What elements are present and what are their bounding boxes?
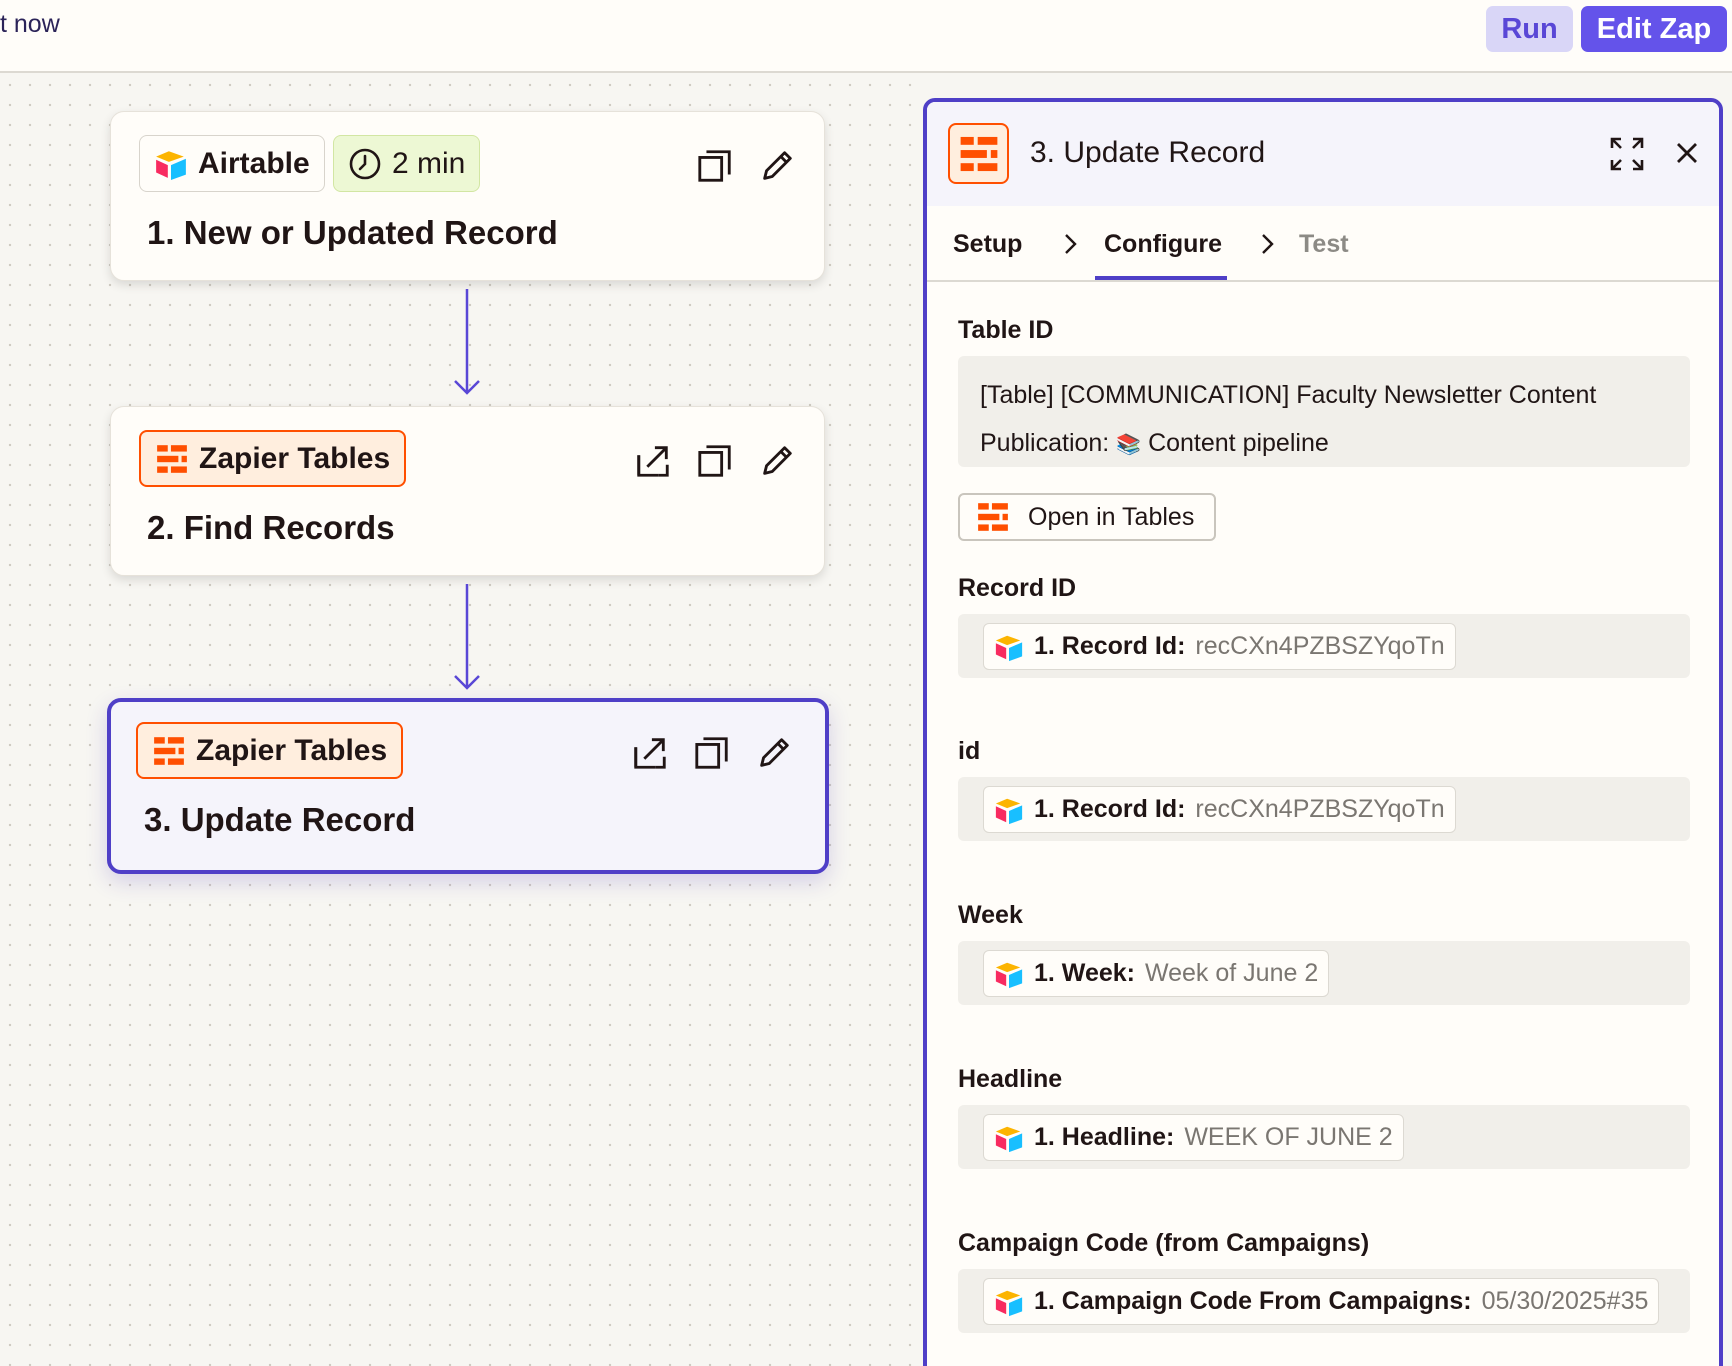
close-icon[interactable] (1672, 138, 1702, 168)
step-card-3[interactable]: Zapier Tables 3. Update Record (107, 698, 829, 874)
tab-setup[interactable]: Setup (953, 230, 1022, 259)
arrow-down-icon (454, 289, 480, 395)
airtable-icon (154, 147, 188, 181)
field-label-id: id (958, 737, 981, 765)
open-external-icon[interactable] (633, 441, 673, 481)
pencil-icon[interactable] (754, 733, 794, 773)
timer-label: 2 min (392, 146, 466, 180)
zapier-tables-icon (976, 500, 1010, 534)
airtable-icon (994, 1287, 1024, 1317)
chevron-right-icon (1065, 234, 1077, 254)
duplicate-icon[interactable] (695, 146, 735, 186)
panel-header: 3. Update Record (927, 102, 1719, 206)
panel-title: 3. Update Record (1030, 136, 1266, 169)
field-input-week[interactable]: 1. Week: Week of June 2 (958, 941, 1690, 1005)
pill-key: 1. Record Id: (1034, 632, 1186, 660)
edit-zap-button[interactable]: Edit Zap (1581, 6, 1727, 52)
pill-value: WEEK OF JUNE 2 (1184, 1123, 1393, 1151)
mapped-value-pill[interactable]: 1. Record Id: recCXn4PZBSZYqoTn (983, 786, 1456, 833)
step-title: 2. Find Records (147, 509, 395, 546)
pill-key: 1. Week: (1034, 959, 1135, 987)
publication-value: Content pipeline (1148, 429, 1329, 457)
polling-interval-badge: 2 min (333, 135, 481, 192)
mapped-value-pill[interactable]: 1. Headline: WEEK OF JUNE 2 (983, 1114, 1404, 1161)
table-id-value: [Table] [COMMUNICATION] Faculty Newslett… (980, 381, 1597, 409)
pill-key: 1. Record Id: (1034, 795, 1186, 823)
mapped-value-pill[interactable]: 1. Week: Week of June 2 (983, 950, 1330, 997)
clock-icon (349, 148, 381, 179)
zapier-tables-icon (948, 123, 1009, 184)
chevron-right-icon (1262, 234, 1274, 254)
field-label-headline: Headline (958, 1065, 1063, 1093)
pill-value: Week of June 2 (1144, 959, 1319, 987)
app-chip-label: Zapier Tables (199, 441, 391, 475)
airtable-icon (994, 795, 1024, 825)
expand-icon[interactable] (1609, 136, 1645, 172)
airtable-icon (994, 959, 1024, 989)
mapped-value-pill[interactable]: 1. Record Id: recCXn4PZBSZYqoTn (983, 623, 1456, 670)
step-title: 3. Update Record (144, 801, 416, 838)
app-chip-label: Airtable (198, 146, 310, 180)
app-chip-airtable: Airtable (139, 135, 325, 192)
open-external-icon[interactable] (630, 733, 670, 773)
publication-prefix: Publication: (980, 429, 1110, 457)
field-input-id[interactable]: 1. Record Id: recCXn4PZBSZYqoTn (958, 777, 1690, 841)
table-id-select[interactable]: [Table] [COMMUNICATION] Faculty Newslett… (958, 356, 1690, 467)
field-label-table-id: Table ID (958, 316, 1054, 344)
arrow-down-icon (454, 584, 480, 690)
step-title: 1. New or Updated Record (147, 214, 558, 251)
run-button[interactable]: Run (1486, 6, 1573, 52)
books-emoji-icon: 📚 (1116, 434, 1142, 456)
airtable-icon (994, 632, 1024, 662)
app-chip-zapier-tables: Zapier Tables (139, 430, 407, 487)
zapier-tables-icon (152, 734, 186, 768)
table-publication-line: Publication: 📚 Content pipeline (980, 419, 1668, 469)
app-chip-zapier-tables: Zapier Tables (136, 722, 404, 779)
duplicate-icon[interactable] (695, 441, 735, 481)
zapier-tables-icon (155, 442, 189, 476)
top-bar: t now Run Edit Zap (0, 0, 1732, 73)
field-input-campaign-code[interactable]: 1. Campaign Code From Campaigns: 05/30/2… (958, 1269, 1690, 1333)
pill-value: recCXn4PZBSZYqoTn (1195, 795, 1445, 823)
step-card-1[interactable]: Airtable 2 min 1. New or Updated Record (110, 111, 825, 281)
open-in-tables-button[interactable]: Open in Tables (958, 493, 1216, 541)
status-text: t now (0, 10, 60, 38)
tab-test[interactable]: Test (1299, 230, 1349, 259)
field-label-week: Week (958, 901, 1023, 929)
pill-value: recCXn4PZBSZYqoTn (1195, 632, 1445, 660)
pencil-icon[interactable] (757, 146, 797, 186)
zap-canvas[interactable]: Airtable 2 min 1. New or Updated Record … (0, 75, 922, 1366)
field-label-record-id: Record ID (958, 574, 1077, 602)
step-card-2[interactable]: Zapier Tables 2. Find Records (110, 406, 825, 576)
field-input-record-id[interactable]: 1. Record Id: recCXn4PZBSZYqoTn (958, 614, 1690, 678)
field-input-headline[interactable]: 1. Headline: WEEK OF JUNE 2 (958, 1105, 1690, 1169)
open-in-tables-label: Open in Tables (1028, 502, 1195, 531)
pill-key: 1. Campaign Code From Campaigns: (1034, 1287, 1472, 1315)
pencil-icon[interactable] (757, 441, 797, 481)
pill-value: 05/30/2025#35 (1481, 1287, 1649, 1315)
duplicate-icon[interactable] (692, 733, 732, 773)
mapped-value-pill[interactable]: 1. Campaign Code From Campaigns: 05/30/2… (983, 1278, 1660, 1325)
active-tab-indicator (1095, 276, 1227, 280)
field-label-campaign-code: Campaign Code (from Campaigns) (958, 1229, 1370, 1257)
airtable-icon (994, 1123, 1024, 1153)
pill-key: 1. Headline: (1034, 1123, 1175, 1151)
step-editor-panel: 3. Update Record Setup Configure Test Ta… (923, 98, 1723, 1366)
tab-configure[interactable]: Configure (1104, 230, 1222, 259)
app-chip-label: Zapier Tables (196, 733, 388, 767)
panel-tabs: Setup Configure Test (927, 206, 1719, 282)
